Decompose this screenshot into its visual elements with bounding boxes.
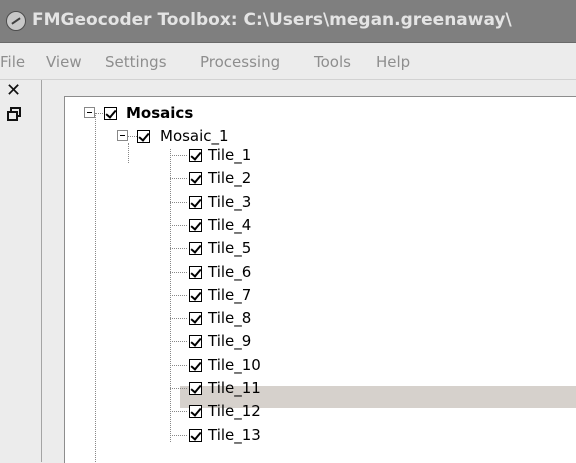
menu-settings[interactable]: Settings	[105, 53, 167, 71]
tree-line	[170, 155, 187, 157]
tile-checkbox[interactable]	[189, 382, 202, 395]
tree-node-tile[interactable]: Tile_9	[208, 331, 251, 351]
window-title: FMGeocoder Toolbox: C:\Users\megan.green…	[32, 10, 512, 30]
tile-checkbox[interactable]	[189, 358, 202, 372]
tree-line	[170, 224, 187, 227]
collapse-toggle-icon[interactable]	[84, 107, 95, 118]
tree-node-tile[interactable]: Tile_1	[208, 145, 251, 165]
tree-line	[170, 341, 187, 343]
menu-view[interactable]: View	[46, 53, 82, 71]
close-icon[interactable]: ✕	[6, 82, 21, 100]
tree-line	[170, 364, 187, 367]
tree-node-tile[interactable]: Tile_6	[208, 262, 251, 282]
tile-checkbox[interactable]	[189, 218, 202, 232]
tile-checkbox[interactable]	[189, 242, 202, 256]
tree-node-tile[interactable]: Tile_7	[208, 285, 251, 305]
tree-line	[95, 113, 97, 462]
menu-processing[interactable]: Processing	[200, 53, 280, 71]
tree-line	[170, 318, 187, 320]
tree-line	[170, 248, 187, 250]
tile-checkbox[interactable]	[189, 288, 202, 302]
tree-line	[128, 136, 137, 138]
tree-line	[170, 388, 187, 390]
tree-line	[170, 434, 187, 437]
tile-checkbox[interactable]	[189, 428, 202, 442]
tree-line	[170, 271, 187, 274]
menu-tools[interactable]: Tools	[314, 53, 351, 71]
tree-line	[170, 411, 187, 413]
tree-node-tile[interactable]: Tile_12	[208, 401, 261, 421]
mosaics-checkbox[interactable]	[104, 107, 117, 120]
app-globe-icon	[6, 11, 26, 31]
restore-window-icon[interactable]	[7, 107, 21, 121]
tree-line	[128, 143, 130, 163]
tile-checkbox[interactable]	[189, 335, 202, 349]
tree-node-mosaics[interactable]: Mosaics	[126, 103, 193, 123]
tree-line	[170, 201, 187, 204]
title-bar: FMGeocoder Toolbox: C:\Users\megan.green…	[0, 0, 576, 43]
tree-node-tile[interactable]: Tile_5	[208, 238, 251, 258]
tile-checkbox[interactable]	[189, 149, 202, 162]
tree-node-mosaic-1[interactable]: Mosaic_1	[160, 126, 229, 146]
tile-checkbox[interactable]	[189, 195, 202, 209]
tree-node-tile[interactable]: Tile_2	[208, 168, 251, 188]
tree-node-tile[interactable]: Tile_4	[208, 215, 251, 235]
dock-strip	[0, 80, 42, 462]
tree-node-tile[interactable]: Tile_10	[208, 355, 261, 375]
tile-checkbox[interactable]	[189, 265, 202, 279]
tree-node-tile[interactable]: Tile_8	[208, 308, 251, 328]
tile-checkbox[interactable]	[189, 172, 202, 186]
tree-line	[170, 294, 187, 297]
tree-node-tile[interactable]: Tile_13	[208, 425, 261, 445]
tree-line	[170, 178, 187, 180]
tree-node-tile[interactable]: Tile_3	[208, 192, 251, 212]
menu-help[interactable]: Help	[376, 53, 410, 71]
tile-checkbox[interactable]	[189, 405, 202, 419]
menu-file[interactable]: File	[0, 53, 25, 71]
menu-bar: File View Settings Processing Tools Help	[0, 43, 576, 80]
mosaic-1-checkbox[interactable]	[137, 130, 150, 143]
tree-node-tile[interactable]: Tile_11	[208, 378, 261, 398]
tile-checkbox[interactable]	[189, 312, 202, 326]
collapse-toggle-icon[interactable]	[117, 130, 128, 141]
